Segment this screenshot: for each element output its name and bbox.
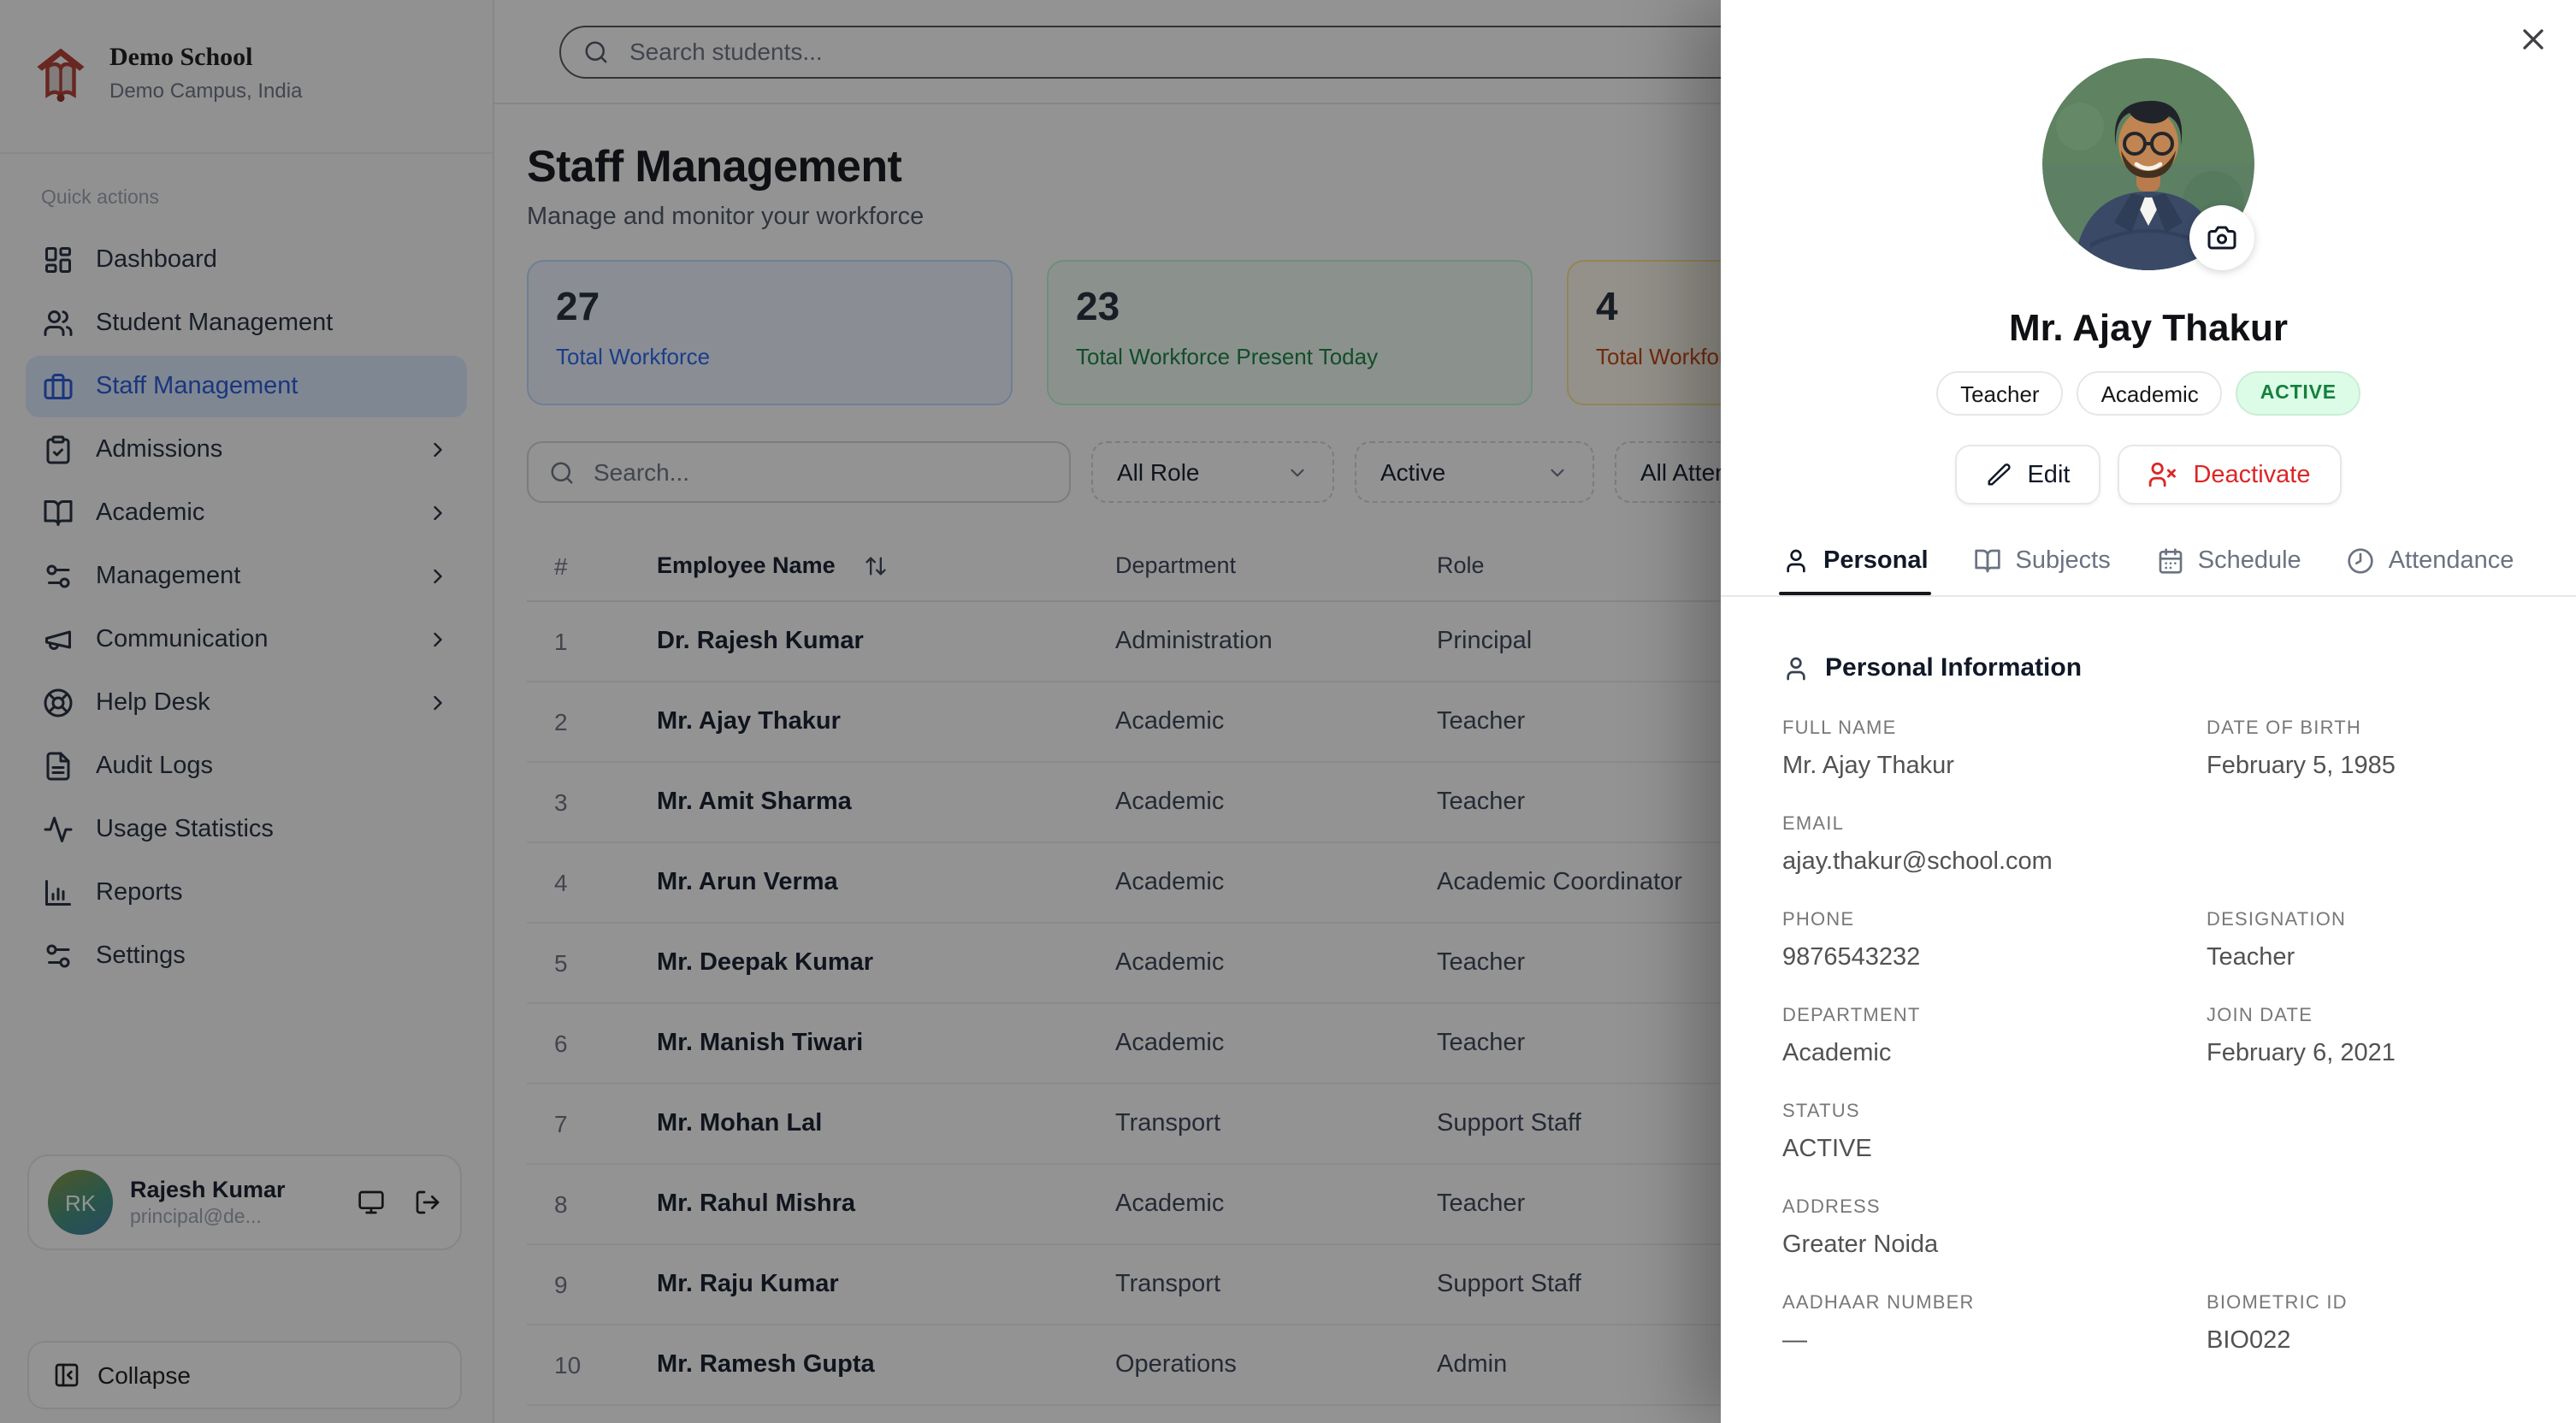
field-label: EMAIL	[1782, 814, 2176, 835]
tab-label: Schedule	[2198, 547, 2301, 575]
field-label: JOIN DATE	[2207, 1006, 2514, 1026]
tab-label: Subjects	[2016, 547, 2111, 575]
field-label: AADHAAR NUMBER	[1782, 1293, 2176, 1314]
field-value: —	[1782, 1327, 2176, 1355]
field-label: ADDRESS	[1782, 1197, 2176, 1218]
staff-detail-drawer: Mr. Ajay Thakur Teacher Academic ACTIVE Ed…	[1721, 0, 2576, 1423]
user-icon	[1782, 547, 1810, 575]
field-value: February 6, 2021	[2207, 1040, 2514, 1067]
close-icon	[2516, 22, 2550, 56]
staff-name: Mr. Ajay Thakur	[1721, 306, 2576, 351]
user-x-icon	[2148, 460, 2177, 489]
field-empty	[2207, 1197, 2514, 1259]
close-button[interactable]	[2516, 22, 2550, 56]
field-label: FULL NAME	[1782, 718, 2176, 739]
tab-personal[interactable]: Personal	[1782, 547, 1929, 595]
status-badge: ACTIVE	[2236, 371, 2360, 416]
field-label: DATE OF BIRTH	[2207, 718, 2514, 739]
field-address: ADDRESS Greater Noida	[1782, 1197, 2176, 1259]
field-email: EMAIL ajay.thakur@school.com	[1782, 814, 2176, 876]
field-label: PHONE	[1782, 910, 2176, 930]
personal-info-fields: FULL NAME Mr. Ajay Thakur DATE OF BIRTH F…	[1782, 718, 2514, 1355]
tab-schedule[interactable]: Schedule	[2157, 547, 2301, 595]
badge-teacher: Teacher	[1936, 371, 2064, 416]
field-join-date: JOIN DATE February 6, 2021	[2207, 1006, 2514, 1067]
field-department: DEPARTMENT Academic	[1782, 1006, 2176, 1067]
field-label: BIOMETRIC ID	[2207, 1293, 2514, 1314]
clock-icon	[2348, 547, 2375, 575]
field-empty	[2207, 1101, 2514, 1163]
field-value: BIO022	[2207, 1327, 2514, 1355]
app-canvas: Demo School Demo Campus, India Quick act…	[0, 0, 2576, 1423]
field-full-name: FULL NAME Mr. Ajay Thakur	[1782, 718, 2176, 780]
edit-button[interactable]: Edit	[1955, 445, 2100, 505]
field-biometric-id: BIOMETRIC ID BIO022	[2207, 1293, 2514, 1355]
drawer-tabs: Personal Subjects Schedule Attendance	[1782, 547, 2514, 595]
tabs-divider	[1721, 595, 2576, 597]
field-value: Greater Noida	[1782, 1231, 2176, 1259]
badge-academic: Academic	[2077, 371, 2223, 416]
field-label: DEPARTMENT	[1782, 1006, 2176, 1026]
field-label: DESIGNATION	[2207, 910, 2514, 930]
field-value: ajay.thakur@school.com	[1782, 848, 2176, 876]
staff-photo-wrap	[2042, 58, 2254, 270]
field-designation: DESIGNATION Teacher	[2207, 910, 2514, 971]
badges-row: Teacher Academic ACTIVE	[1721, 371, 2576, 416]
personal-info-header: Personal Information	[1782, 653, 2514, 682]
field-value: Academic	[1782, 1040, 2176, 1067]
change-photo-button[interactable]	[2189, 205, 2254, 270]
tab-label: Personal	[1823, 547, 1929, 575]
field-label: STATUS	[1782, 1101, 2176, 1122]
field-empty	[2207, 814, 2514, 876]
tab-label: Attendance	[2389, 547, 2514, 575]
field-date-of-birth: DATE OF BIRTH February 5, 1985	[2207, 718, 2514, 780]
tab-subjects[interactable]: Subjects	[1975, 547, 2111, 595]
book-open-icon	[1975, 547, 2002, 575]
tab-attendance[interactable]: Attendance	[2348, 547, 2514, 595]
calendar-icon	[2157, 547, 2184, 575]
field-value: February 5, 1985	[2207, 753, 2514, 780]
field-value: ACTIVE	[1782, 1136, 2176, 1163]
field-aadhaar-number: AADHAAR NUMBER —	[1782, 1293, 2176, 1355]
drawer-actions: Edit Deactivate	[1721, 445, 2576, 505]
user-icon	[1782, 654, 1810, 682]
field-value: Mr. Ajay Thakur	[1782, 753, 2176, 780]
field-value: 9876543232	[1782, 944, 2176, 971]
pencil-icon	[1986, 462, 2012, 487]
camera-icon	[2207, 222, 2237, 253]
field-value: Teacher	[2207, 944, 2514, 971]
field-phone: PHONE 9876543232	[1782, 910, 2176, 971]
field-status: STATUS ACTIVE	[1782, 1101, 2176, 1163]
deactivate-button[interactable]: Deactivate	[2118, 445, 2341, 505]
